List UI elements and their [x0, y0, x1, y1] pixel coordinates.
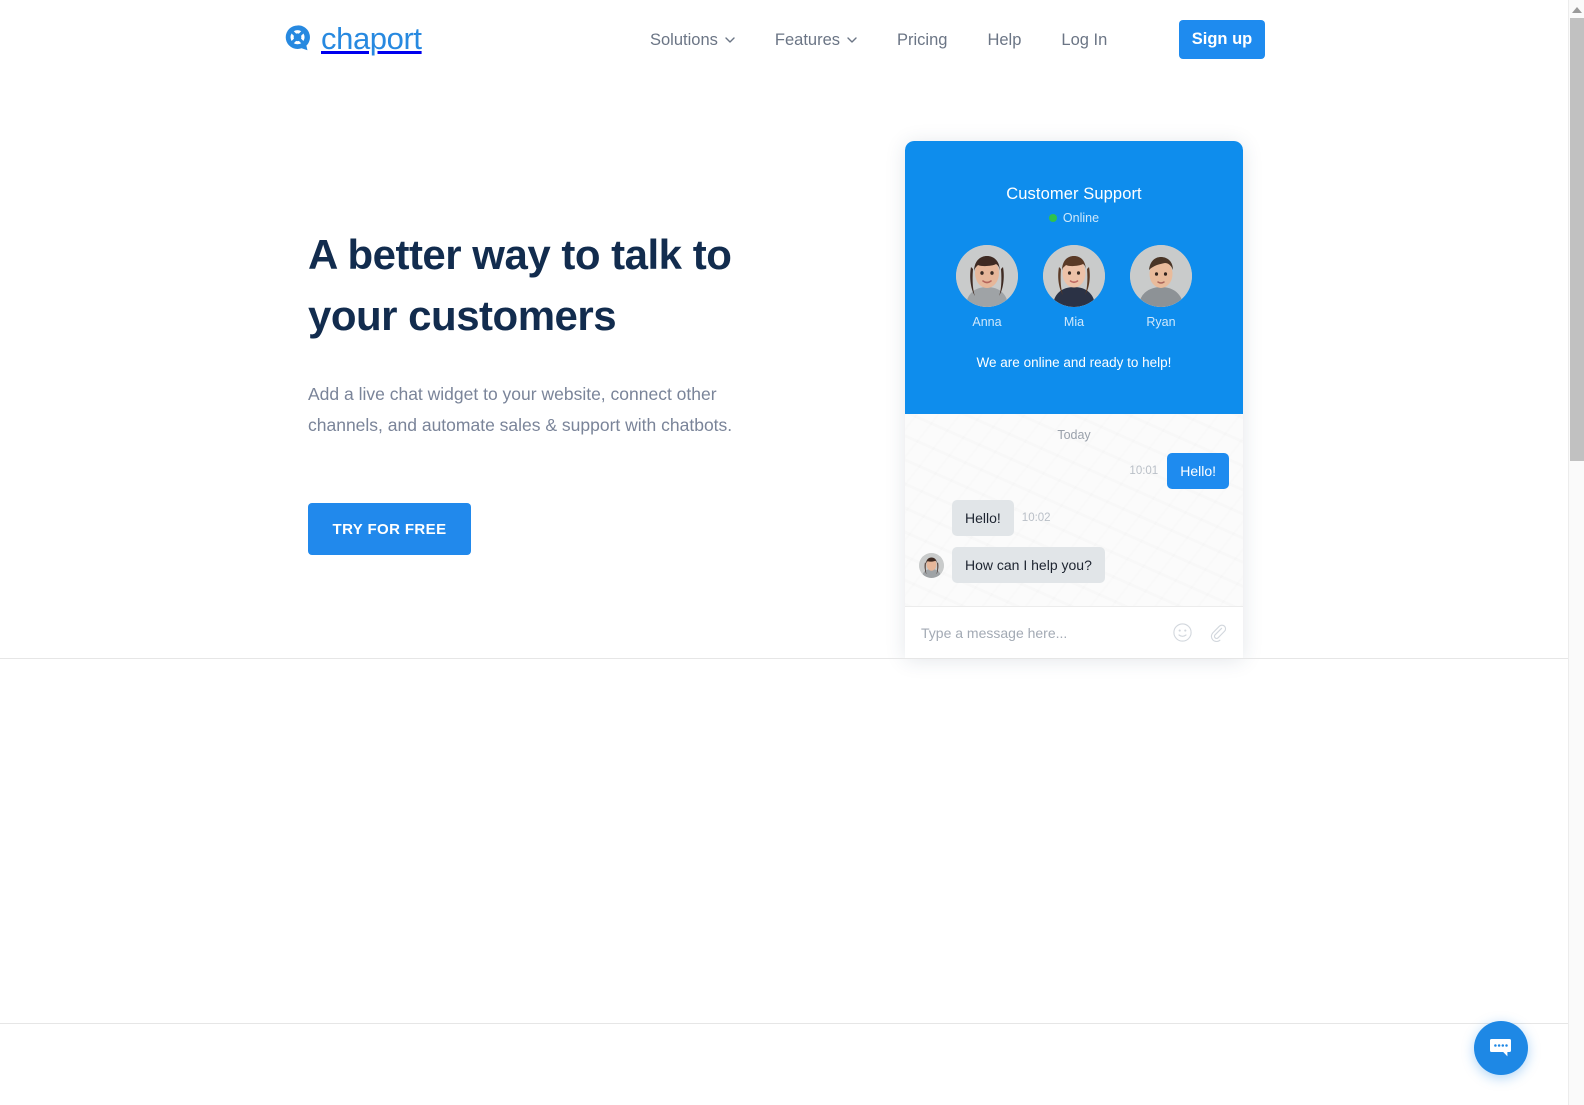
chat-message-incoming: How can I help you? — [919, 547, 1229, 583]
agent-item[interactable]: Mia — [1043, 245, 1105, 329]
avatar-anna-image — [956, 245, 1018, 307]
avatar-ryan-image — [1130, 245, 1192, 307]
chat-widget-mockup: Customer Support Online Anna Mia Ryan We… — [905, 141, 1243, 658]
avatar — [956, 245, 1018, 307]
chat-launcher-button[interactable] — [1474, 1021, 1528, 1075]
avatar — [919, 552, 944, 578]
message-time: 10:02 — [1021, 512, 1051, 524]
agent-name: Mia — [1063, 315, 1085, 329]
avatar — [1043, 245, 1105, 307]
chat-widget-title: Customer Support — [1006, 185, 1142, 203]
chat-message-list: Today 10:01 Hello! Hello! 10:02 How can … — [905, 414, 1243, 606]
chat-widget-header: Customer Support Online Anna Mia Ryan We… — [905, 141, 1243, 414]
chat-input-row[interactable]: Type a message here... — [905, 606, 1243, 658]
message-bubble: Hello! — [1167, 453, 1229, 489]
scrollbar-thumb[interactable] — [1570, 18, 1584, 461]
page-scrollbar[interactable] — [1568, 0, 1584, 1105]
avatar-mia-image — [1043, 245, 1105, 307]
agent-name: Anna — [972, 315, 1002, 329]
smiley-icon[interactable] — [1173, 623, 1192, 642]
status-label: Online — [1062, 211, 1100, 225]
agent-item[interactable]: Ryan — [1130, 245, 1192, 329]
online-status-dot — [1048, 214, 1057, 222]
message-bubble: How can I help you? — [952, 547, 1105, 583]
hero-subtitle: Add a live chat widget to your website, … — [308, 384, 733, 435]
hero-title: A better way to talk to your customers — [308, 231, 732, 339]
avatar-anna-small-image — [919, 552, 944, 578]
agent-list: Anna Mia Ryan — [905, 245, 1243, 329]
chat-message-outgoing: 10:01 Hello! — [919, 453, 1229, 489]
try-for-free-button[interactable]: TRY FOR FREE — [308, 503, 471, 555]
avatar — [1130, 245, 1192, 307]
awards-section: #1 customer messaging software according… — [0, 659, 1568, 1023]
hero-section: A better way to talk to your customers A… — [0, 0, 1568, 658]
chat-day-label: Today — [1057, 428, 1091, 442]
chat-widget-greeting: We are online and ready to help! — [976, 355, 1172, 370]
agent-item[interactable]: Anna — [956, 245, 1018, 329]
chat-input-placeholder[interactable]: Type a message here... — [921, 625, 1173, 641]
message-time: 10:01 — [1129, 465, 1159, 477]
chat-widget-status: Online — [905, 211, 1243, 225]
agent-name: Ryan — [1146, 315, 1176, 329]
message-bubble: Hello! — [952, 500, 1014, 536]
scroll-up-arrow[interactable] — [1569, 3, 1584, 17]
paperclip-icon[interactable] — [1208, 623, 1227, 642]
chat-bubble-icon — [1490, 1039, 1511, 1057]
chat-message-incoming: Hello! 10:02 — [952, 500, 1229, 536]
page-root: chaport Solutions Features Pricing Help … — [0, 0, 1568, 1105]
section-divider-bottom — [0, 1023, 1568, 1024]
